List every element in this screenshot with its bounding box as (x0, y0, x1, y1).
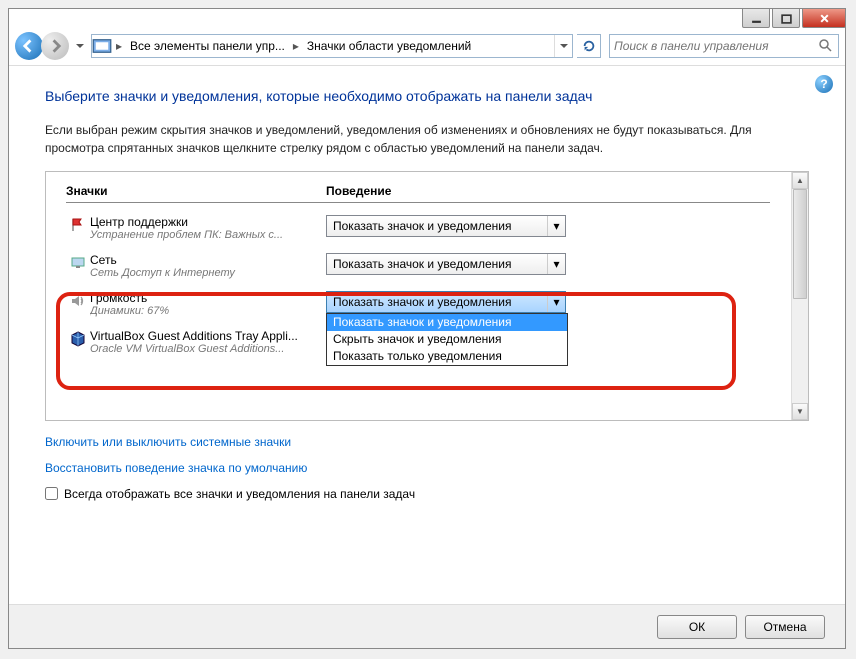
always-show-row: Всегда отображать все значки и уведомлен… (45, 487, 809, 501)
footer: ОК Отмена (9, 604, 845, 648)
control-panel-icon (92, 36, 112, 56)
content-area: ? Выберите значки и уведомления, которые… (9, 67, 845, 600)
item-subtitle: Oracle VM VirtualBox Guest Additions... (90, 343, 326, 355)
item-text: Сеть Сеть Доступ к Интернету (90, 253, 326, 279)
search-input[interactable] (614, 39, 818, 53)
icons-panel: Значки Поведение Центр поддержки Устране… (45, 171, 809, 421)
flag-icon (66, 215, 90, 233)
vbox-icon (66, 329, 90, 347)
chevron-down-icon: ▾ (547, 254, 565, 274)
chevron-right-icon: ▸ (112, 39, 126, 53)
vol-icon (66, 291, 90, 309)
links-section: Включить или выключить системные значки … (45, 435, 809, 475)
combo-value: Показать значок и уведомления (333, 295, 512, 309)
nav-back-button[interactable] (15, 32, 43, 60)
page-title: Выберите значки и уведомления, которые н… (45, 87, 809, 107)
chevron-down-icon: ▾ (547, 292, 565, 312)
titlebar-controls (742, 8, 846, 30)
header-icons: Значки (66, 184, 326, 198)
item-title: VirtualBox Guest Additions Tray Appli... (90, 329, 326, 343)
combo-value: Показать значок и уведомления (333, 219, 512, 233)
navbar: ▸ Все элементы панели упр... ▸ Значки об… (9, 29, 845, 63)
refresh-button[interactable] (577, 34, 601, 58)
chevron-right-icon: ▸ (289, 39, 303, 53)
always-show-label: Всегда отображать все значки и уведомлен… (64, 487, 415, 501)
minimize-button[interactable] (742, 8, 770, 28)
window: ▸ Все элементы панели упр... ▸ Значки об… (8, 8, 846, 649)
item-subtitle: Сеть Доступ к Интернету (90, 267, 326, 279)
behavior-combo[interactable]: Показать значок и уведомления ▾ (326, 253, 566, 275)
table-row: Громкость Динамики: 67% Показать значок … (66, 287, 770, 325)
cancel-button[interactable]: Отмена (745, 615, 825, 639)
help-icon[interactable]: ? (815, 75, 833, 93)
item-subtitle: Устранение проблем ПК: Важных с... (90, 229, 326, 241)
search-icon[interactable] (818, 38, 834, 54)
item-title: Сеть (90, 253, 326, 267)
table-row: Сеть Сеть Доступ к Интернету Показать зн… (66, 249, 770, 287)
item-text: Центр поддержки Устранение проблем ПК: В… (90, 215, 326, 241)
item-title: Громкость (90, 291, 326, 305)
table-row: Центр поддержки Устранение проблем ПК: В… (66, 211, 770, 249)
scroll-up-button[interactable]: ▲ (792, 172, 808, 189)
link-toggle-system-icons[interactable]: Включить или выключить системные значки (45, 435, 809, 449)
breadcrumb-current[interactable]: Значки области уведомлений (303, 37, 475, 55)
behavior-combo[interactable]: Показать значок и уведомления▾Показать з… (326, 291, 566, 313)
item-title: Центр поддержки (90, 215, 326, 229)
behavior-combo[interactable]: Показать значок и уведомления ▾ (326, 215, 566, 237)
breadcrumb-root[interactable]: Все элементы панели упр... (126, 37, 289, 55)
ok-button[interactable]: ОК (657, 615, 737, 639)
scrollbar-vertical[interactable]: ▲ ▼ (791, 172, 808, 420)
link-restore-defaults[interactable]: Восстановить поведение значка по умолчан… (45, 461, 809, 475)
net-icon (66, 253, 90, 271)
header-behavior: Поведение (326, 184, 770, 198)
combo-value: Показать значок и уведомления (333, 257, 512, 271)
dropdown-option[interactable]: Показать только уведомления (327, 348, 567, 365)
address-dropdown[interactable] (554, 35, 572, 57)
dropdown-option[interactable]: Скрыть значок и уведомления (327, 331, 567, 348)
address-bar[interactable]: ▸ Все элементы панели упр... ▸ Значки об… (91, 34, 573, 58)
item-text: Громкость Динамики: 67% (90, 291, 326, 317)
separator (9, 65, 845, 66)
table-header: Значки Поведение (66, 184, 770, 203)
chevron-down-icon: ▾ (547, 216, 565, 236)
close-button[interactable] (802, 8, 846, 28)
maximize-button[interactable] (772, 8, 800, 28)
item-text: VirtualBox Guest Additions Tray Appli...… (90, 329, 326, 355)
scroll-thumb[interactable] (793, 189, 807, 299)
dropdown-list: Показать значок и уведомленияСкрыть знач… (326, 313, 568, 366)
nav-forward-button[interactable] (41, 32, 69, 60)
scroll-down-button[interactable]: ▼ (792, 403, 808, 420)
nav-history-dropdown[interactable] (73, 32, 87, 60)
item-subtitle: Динамики: 67% (90, 305, 326, 317)
page-description: Если выбран режим скрытия значков и увед… (45, 121, 809, 157)
search-box[interactable] (609, 34, 839, 58)
dropdown-option[interactable]: Показать значок и уведомления (327, 314, 567, 331)
always-show-checkbox[interactable] (45, 487, 58, 500)
